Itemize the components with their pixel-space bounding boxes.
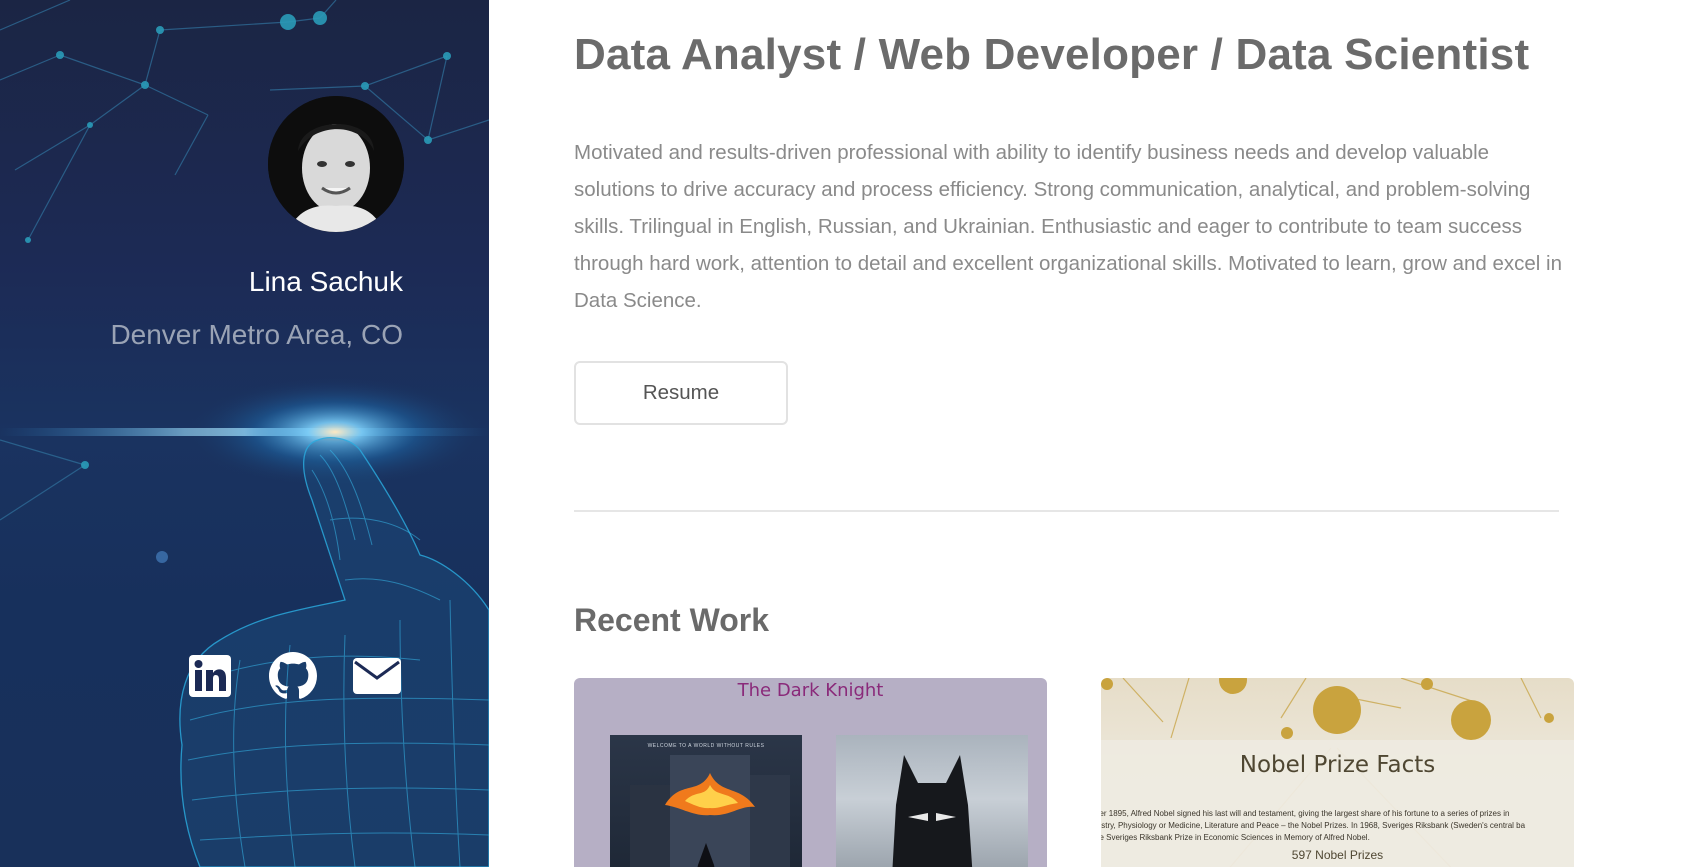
linkedin-link[interactable] (184, 650, 236, 702)
resume-button[interactable]: Resume (574, 361, 788, 425)
page-title: Data Analyst / Web Developer / Data Scie… (574, 30, 1530, 79)
profile-location: Denver Metro Area, CO (110, 319, 403, 350)
nobel-text-line: he Sveriges Riksbank Prize in Economic S… (1101, 833, 1370, 842)
nobel-text-line: nistry, Physiology or Medicine, Literatu… (1101, 821, 1526, 830)
github-icon (269, 652, 317, 699)
email-link[interactable] (351, 650, 403, 702)
dark-knight-poster-city: WELCOME TO A WORLD WITHOUT RULES (610, 735, 802, 867)
nobel-prize-count: 597 Nobel Prizes (1291, 848, 1384, 862)
work-card-title: Nobel Prize Facts (1239, 752, 1436, 778)
work-card-nobel[interactable]: Nobel Prize Facts ber 1895, Alfred Nobel… (1101, 678, 1574, 867)
section-divider (574, 510, 1559, 512)
profile-photo (268, 96, 404, 232)
envelope-icon (353, 658, 401, 694)
nobel-description: ber 1895, Alfred Nobel signed his last w… (1101, 808, 1574, 844)
main-content: Data Analyst / Web Developer / Data Scie… (574, 0, 1574, 867)
poster-caption: WELCOME TO A WORLD WITHOUT RULES (647, 743, 765, 749)
avatar (268, 96, 404, 232)
linkedin-icon (189, 655, 231, 697)
recent-work-heading: Recent Work (574, 602, 770, 638)
github-link[interactable] (267, 650, 319, 702)
sidebar: Lina Sachuk Denver Metro Area, CO (0, 0, 489, 867)
work-card-title: The Dark Knight (737, 680, 884, 701)
nobel-text-line: ber 1895, Alfred Nobel signed his last w… (1101, 809, 1510, 818)
dark-knight-poster-batman (836, 735, 1028, 867)
burning-building-image (630, 755, 790, 867)
work-card-dark-knight[interactable]: The Dark Knight WELCOME TO A WORLD WITHO… (574, 678, 1047, 867)
sidebar-background-art (0, 0, 489, 867)
profile-summary: Motivated and results-driven professiona… (574, 141, 1562, 312)
profile-name: Lina Sachuk (248, 266, 403, 297)
batman-image (892, 755, 973, 867)
